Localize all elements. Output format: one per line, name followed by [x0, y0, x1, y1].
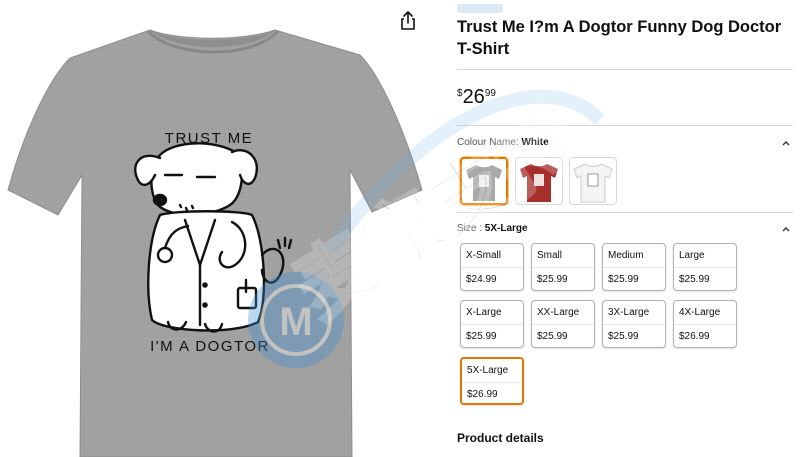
size-option-name: Large [679, 250, 705, 261]
size-option-small[interactable]: Small $25.99 [531, 243, 595, 291]
product-title: Trust Me I?m A Dogtor Funny Dog Doctor T… [457, 18, 782, 58]
size-option-name: Medium [608, 250, 644, 261]
size-selected: 5X-Large [484, 223, 528, 234]
size-option-x-large[interactable]: X-Large $25.99 [460, 300, 524, 348]
size-option-4x-large[interactable]: 4X-Large $26.99 [673, 300, 737, 348]
colour-swatch-white[interactable] [569, 157, 617, 205]
shirt-top-text: TRUST ME [165, 130, 253, 147]
price-fraction: 99 [484, 88, 496, 99]
size-label-text: Size : [457, 223, 485, 234]
colour-label-text: Colour Name: [457, 137, 522, 148]
size-option-price: $25.99 [466, 331, 497, 342]
size-option-medium[interactable]: Medium $25.99 [602, 243, 666, 291]
size-option-price: $25.99 [537, 331, 568, 342]
product-details-heading: Product details [457, 431, 544, 445]
size-option-price: $25.99 [608, 274, 639, 285]
size-option-name: XX-Large [537, 307, 580, 318]
size-option-name: 5X-Large [467, 365, 509, 376]
size-option-price: $25.99 [608, 331, 639, 342]
divider [457, 212, 793, 213]
product-image[interactable]: TRUST ME I'M A DOGTOR [0, 0, 430, 457]
size-option-name: 3X-Large [608, 307, 650, 318]
colour-selected: White [521, 137, 549, 148]
brand-link[interactable] [457, 4, 503, 13]
share-icon[interactable] [398, 10, 418, 32]
size-option-xx-large[interactable]: XX-Large $25.99 [531, 300, 595, 348]
size-option-name: 4X-Large [679, 307, 721, 318]
product-info-panel: Trust Me I?m A Dogtor Funny Dog Doctor T… [457, 0, 795, 457]
divider [457, 125, 793, 126]
size-option-price: $26.99 [467, 389, 498, 400]
price: $2699 [457, 86, 496, 109]
size-option-large[interactable]: Large $25.99 [673, 243, 737, 291]
tshirt-illustration: TRUST ME I'M A DOGTOR [7, 29, 423, 457]
colour-swatch-red[interactable] [515, 157, 563, 205]
colour-label: Colour Name: White [457, 137, 549, 148]
size-option-price: $26.99 [679, 331, 710, 342]
size-option-price: $25.99 [679, 274, 710, 285]
price-currency: $ [457, 88, 463, 99]
size-option-5x-large[interactable]: 5X-Large $26.99 [460, 357, 524, 405]
size-option-name: X-Small [466, 250, 502, 261]
size-option-name: Small [537, 250, 563, 261]
colour-swatch-grey[interactable] [460, 157, 508, 205]
size-option-3x-large[interactable]: 3X-Large $25.99 [602, 300, 666, 348]
size-label: Size : 5X-Large [457, 223, 528, 234]
chevron-up-icon[interactable] [781, 138, 791, 148]
price-whole: 26 [462, 86, 485, 108]
shirt-bottom-text: I'M A DOGTOR [150, 338, 270, 355]
size-option-name: X-Large [466, 307, 502, 318]
divider [457, 69, 793, 70]
size-option-x-small[interactable]: X-Small $24.99 [460, 243, 524, 291]
chevron-up-icon[interactable] [781, 224, 791, 234]
size-option-price: $25.99 [537, 274, 568, 285]
size-option-price: $24.99 [466, 274, 497, 285]
